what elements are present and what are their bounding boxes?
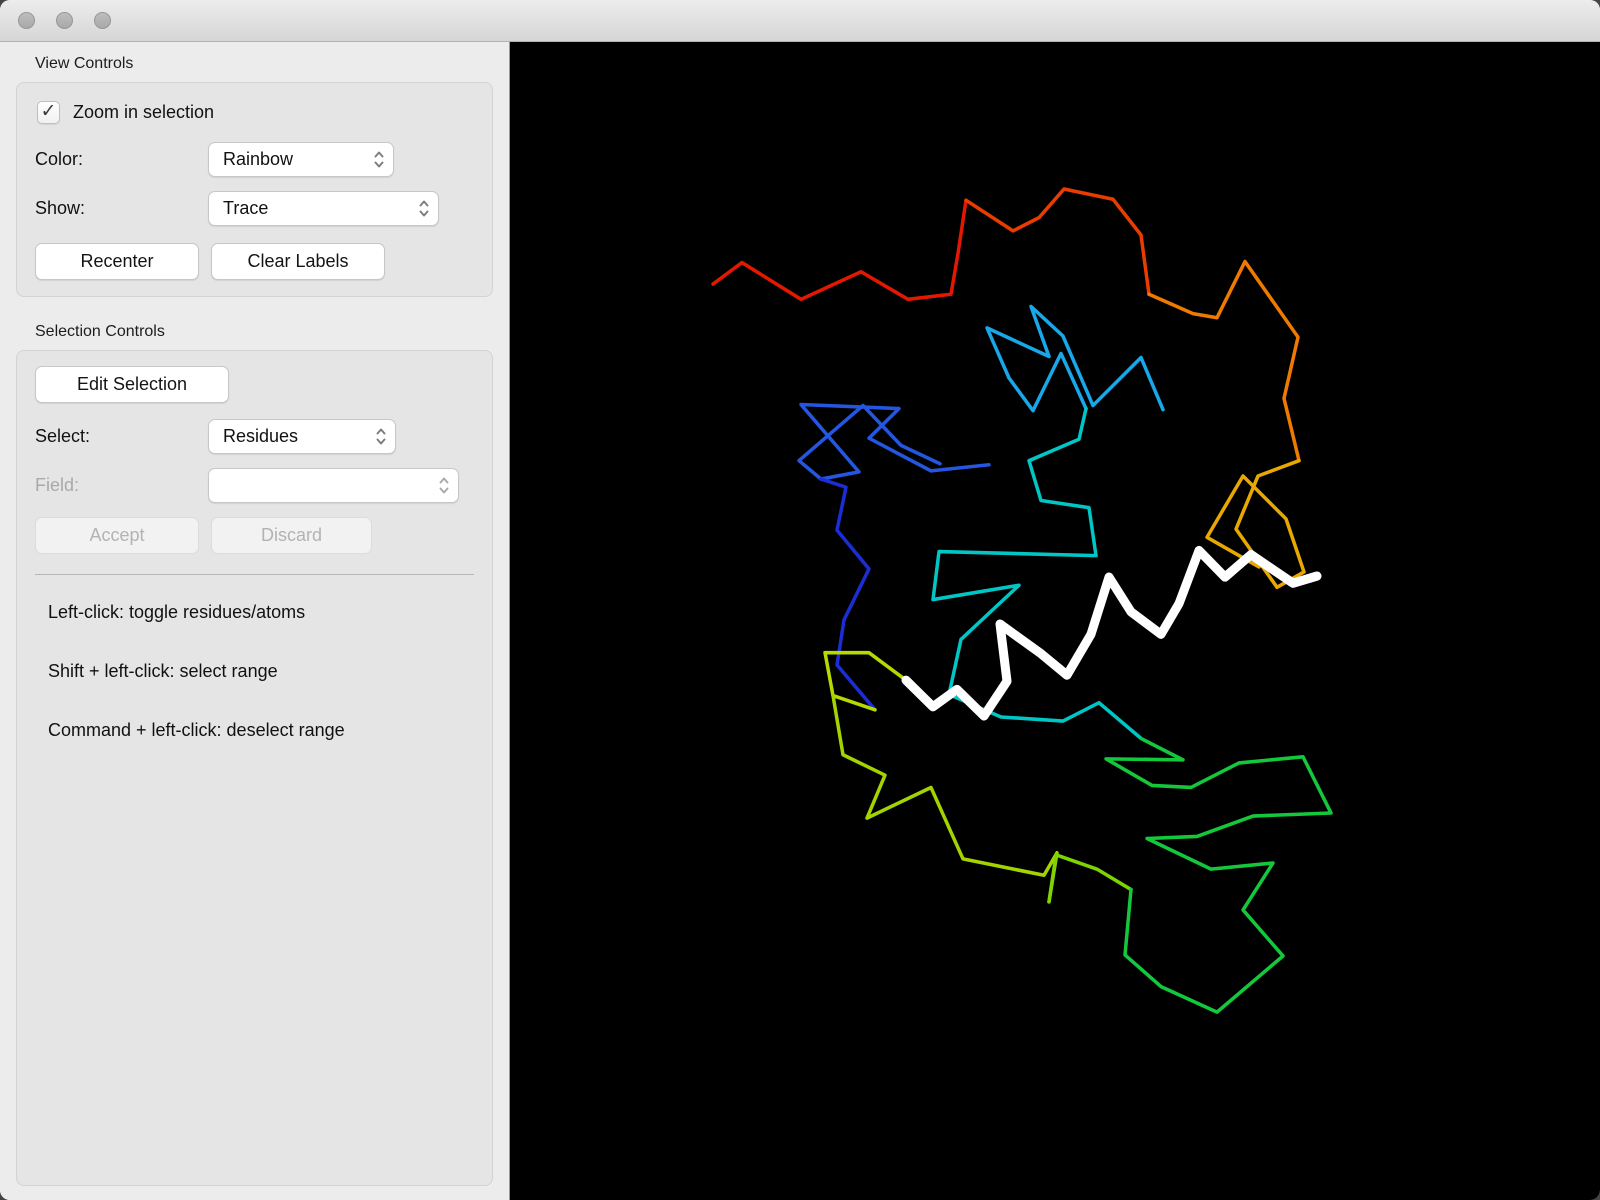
field-label: Field: [35, 475, 80, 495]
minimize-button[interactable] [56, 12, 73, 29]
trace-segment-blue-cluster[interactable] [797, 402, 991, 481]
viewport[interactable] [510, 42, 1600, 1200]
select-row: Select: Residues [35, 419, 474, 454]
select-label: Select: [35, 426, 91, 446]
selection-controls-panel: Edit Selection Select: Residues Field: A… [16, 350, 493, 1186]
view-controls-title: View Controls [35, 55, 134, 72]
color-label: Color: [35, 149, 84, 169]
up-down-chevron-icon [419, 200, 429, 217]
titlebar[interactable] [0, 0, 1600, 42]
help-line-left-click: Left-click: toggle residues/atoms [48, 602, 306, 622]
trace-segment-red-orange-top[interactable] [964, 187, 1151, 297]
protein-trace-svg [711, 187, 1333, 1014]
divider [35, 574, 474, 575]
field-popup [208, 468, 459, 503]
up-down-chevron-icon [374, 151, 384, 168]
help-line-command-click: Command + left-click: deselect range [48, 720, 345, 740]
color-popup[interactable]: Rainbow [208, 142, 394, 177]
up-down-chevron-icon [376, 428, 386, 445]
accept-button: Accept [35, 517, 199, 554]
select-popup-value: Residues [223, 426, 299, 446]
trace-segment-yellowgreen-descend[interactable] [831, 693, 1059, 904]
discard-button: Discard [211, 517, 372, 554]
view-buttons-row: Recenter Clear Labels [35, 243, 474, 280]
trace-segment-red-n-terminus[interactable] [711, 198, 968, 302]
zoom-in-selection-label: Zoom in selection [73, 102, 215, 122]
zoom-button[interactable] [94, 12, 111, 29]
view-controls-panel: ✓ Zoom in selection Color: Rainbow Show:… [16, 82, 493, 297]
select-popup[interactable]: Residues [208, 419, 396, 454]
traffic-lights [18, 12, 111, 29]
recenter-button[interactable]: Recenter [35, 243, 199, 280]
color-popup-value: Rainbow [223, 149, 294, 169]
window-content: View Controls ✓ Zoom in selection Color:… [0, 42, 1600, 1200]
checkbox-box[interactable]: ✓ [37, 101, 60, 124]
show-popup[interactable]: Trace [208, 191, 439, 226]
show-popup-value: Trace [223, 198, 269, 218]
help-line-shift-click: Shift + left-click: select range [48, 661, 278, 681]
field-row: Field: [35, 468, 474, 503]
check-icon: ✓ [40, 101, 57, 122]
selection-controls-title: Selection Controls [35, 323, 165, 340]
show-row: Show: Trace [35, 191, 474, 226]
color-row: Color: Rainbow [35, 142, 474, 177]
trace-segment-lime-connector[interactable] [1047, 853, 1133, 904]
trace-segment-orange-right[interactable] [1147, 259, 1301, 463]
up-down-chevron-icon [439, 477, 449, 494]
close-button[interactable] [18, 12, 35, 29]
zoom-in-selection-checkbox[interactable]: ✓ Zoom in selection [37, 101, 474, 124]
sidebar: View Controls ✓ Zoom in selection Color:… [0, 42, 510, 1200]
accept-discard-row: Accept Discard [35, 517, 474, 554]
show-label: Show: [35, 198, 86, 218]
clear-labels-button[interactable]: Clear Labels [211, 243, 385, 280]
edit-selection-button[interactable]: Edit Selection [35, 366, 229, 403]
trace-segment-green-bottom[interactable] [1104, 736, 1333, 1014]
trace-segment-skyblue-cluster[interactable] [985, 304, 1165, 413]
app-window: View Controls ✓ Zoom in selection Color:… [0, 0, 1600, 1200]
